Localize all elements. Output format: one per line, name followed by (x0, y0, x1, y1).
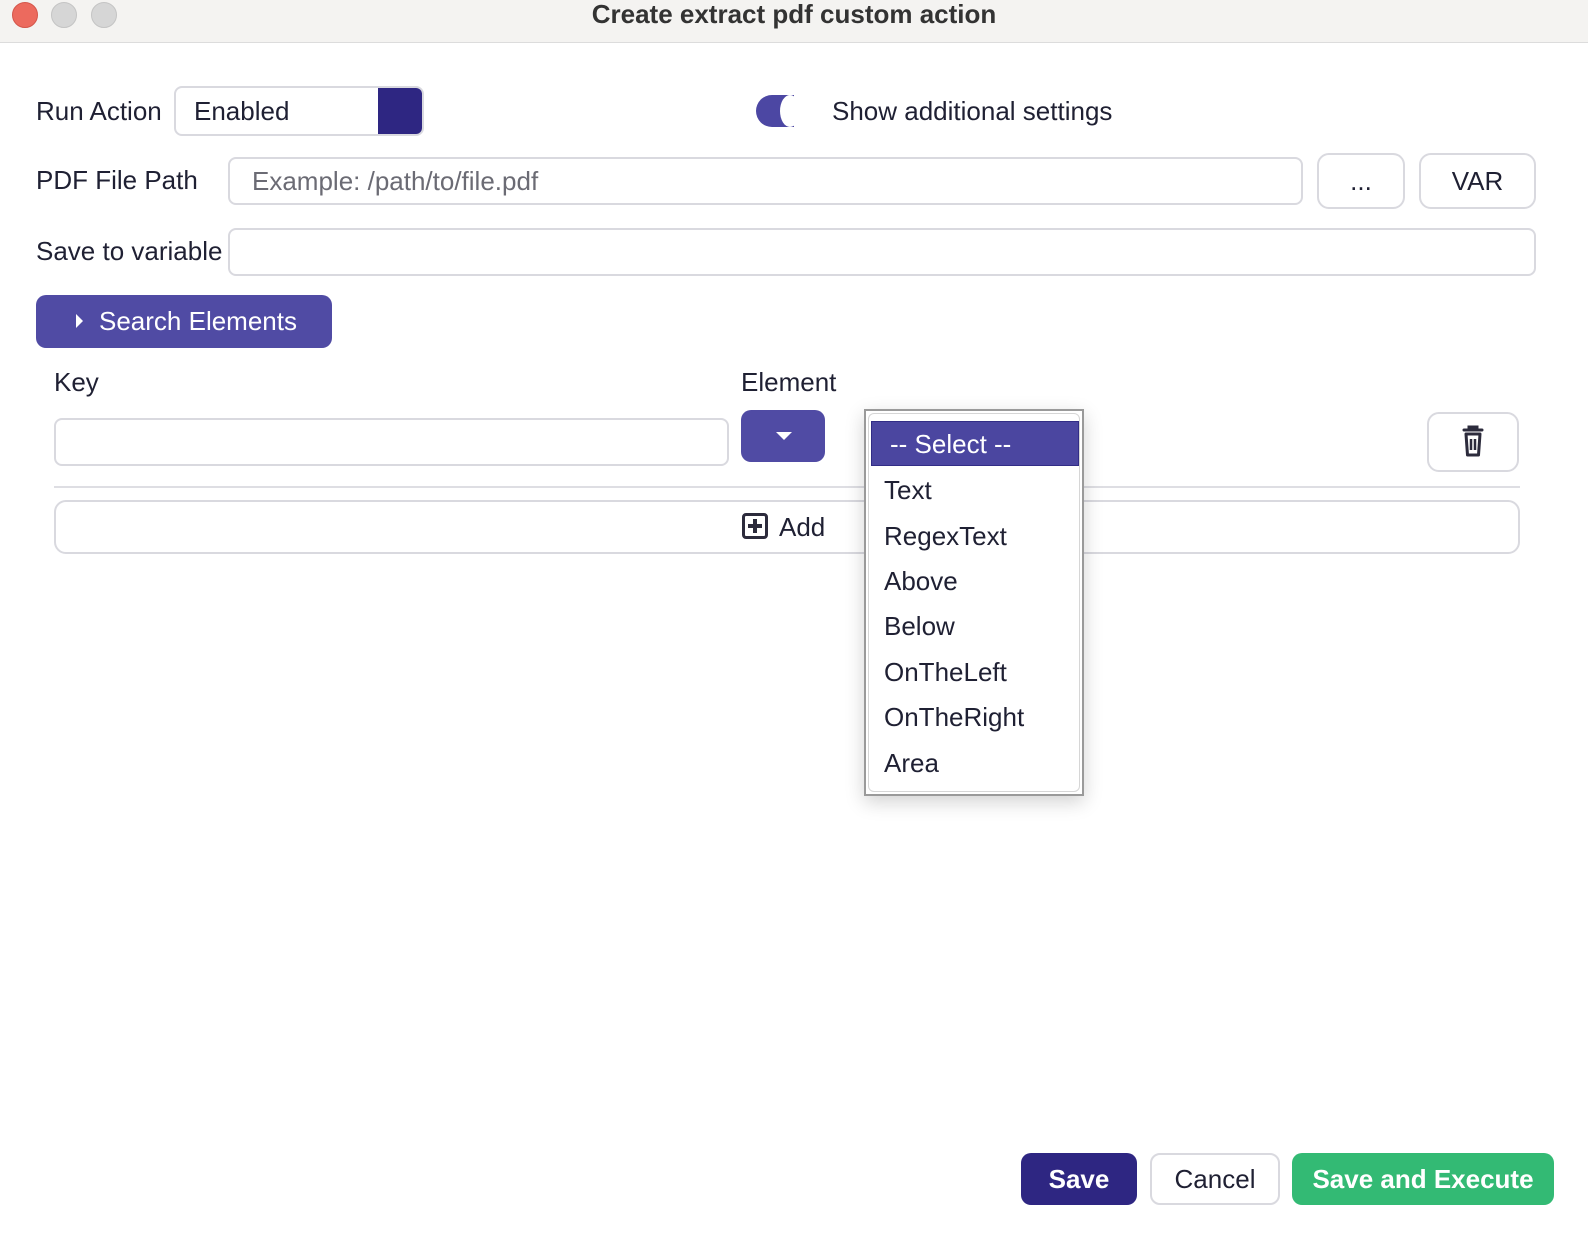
run-action-value: Enabled (194, 96, 290, 126)
save-to-variable-input[interactable] (228, 228, 1536, 276)
search-elements-button[interactable]: Search Elements (36, 295, 332, 348)
element-dropdown-menu: -- Select -- Text RegexText Above Below … (864, 409, 1084, 796)
dropdown-option-select[interactable]: -- Select -- (871, 421, 1079, 466)
browse-button[interactable]: ... (1317, 153, 1405, 209)
select-arrow-icon (378, 88, 422, 134)
dropdown-option-area[interactable]: Area (884, 748, 939, 778)
search-elements-label: Search Elements (99, 306, 297, 336)
chevron-down-icon (776, 432, 792, 440)
run-action-label: Run Action (36, 96, 162, 126)
save-and-execute-button[interactable]: Save and Execute (1292, 1153, 1554, 1205)
dropdown-option-ontheright[interactable]: OnTheRight (884, 702, 1024, 732)
dropdown-option-ontheleft[interactable]: OnTheLeft (884, 657, 1007, 687)
dropdown-option-text[interactable]: Text (884, 475, 932, 505)
element-select-button[interactable] (741, 410, 825, 462)
pdf-path-label: PDF File Path (36, 165, 198, 195)
additional-settings-toggle[interactable] (756, 95, 800, 127)
title-bar: Create extract pdf custom action (0, 0, 1588, 43)
key-input[interactable] (54, 418, 729, 466)
element-column-header: Element (741, 367, 837, 397)
trash-icon (1462, 425, 1484, 457)
delete-row-button[interactable] (1427, 412, 1519, 472)
save-button[interactable]: Save (1021, 1153, 1137, 1205)
plus-square-icon (742, 513, 768, 539)
caret-right-icon (76, 314, 83, 328)
run-action-select[interactable]: Enabled (174, 86, 424, 136)
var-button[interactable]: VAR (1419, 153, 1536, 209)
dropdown-option-below[interactable]: Below (884, 611, 955, 641)
row-divider (54, 486, 1520, 488)
window-title: Create extract pdf custom action (591, 0, 997, 29)
save-to-variable-label: Save to variable (36, 236, 223, 266)
add-label: Add (779, 512, 826, 542)
dropdown-option-regextext[interactable]: RegexText (884, 521, 1007, 551)
key-column-header: Key (54, 367, 99, 397)
cancel-button[interactable]: Cancel (1150, 1153, 1280, 1205)
pdf-path-input[interactable]: Example: /path/to/file.pdf (228, 157, 1303, 205)
additional-settings-label: Show additional settings (832, 96, 1113, 126)
dropdown-option-above[interactable]: Above (884, 566, 958, 596)
